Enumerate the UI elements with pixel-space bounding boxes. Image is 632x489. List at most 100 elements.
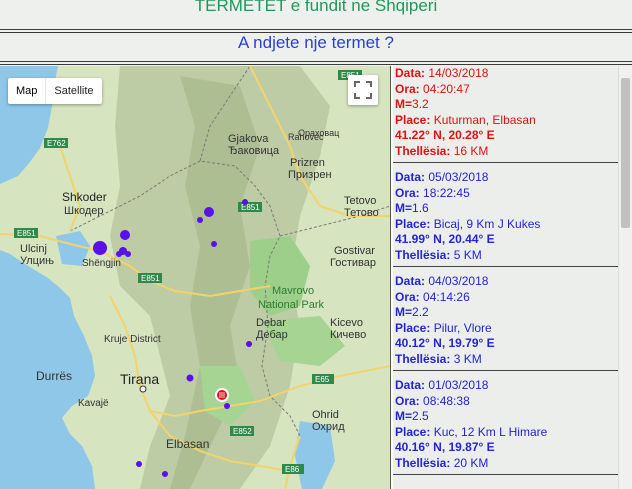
fullscreen-button[interactable] (348, 75, 378, 105)
earthquake-marker[interactable] (204, 207, 214, 217)
place-label: Ohrid (312, 409, 339, 421)
earthquake-marker[interactable] (125, 251, 131, 257)
list-item[interactable]: Data: 14/03/2018 Ora: 04:20:47 M=3.2 Pla… (393, 66, 618, 163)
place-label: Place: (395, 320, 431, 335)
place-label-alt: Кичево (330, 329, 366, 341)
depth-value: 16 KM (453, 143, 489, 158)
earthquake-marker[interactable] (246, 341, 252, 347)
fullscreen-icon (354, 81, 372, 99)
depth-label: Thellësia: (395, 455, 451, 470)
date-label: Data: (395, 66, 426, 80)
depth-value: 3 KM (453, 351, 482, 366)
map-type-satellite-button[interactable]: Satellite (46, 78, 101, 104)
list-item[interactable]: Data: 04/03/2018 Ora: 04:14:26 M=2.2 Pla… (393, 267, 618, 371)
magnitude-value: 2.2 (412, 305, 429, 319)
time-label: Ora: (395, 185, 420, 200)
time-label: Ora: (395, 393, 420, 408)
date-label: Data: (395, 170, 426, 184)
depth-label: Thellësia: (395, 143, 451, 158)
place-label-alt: Гостивар (330, 257, 376, 269)
felt-earthquake-link[interactable]: A ndjete nje termet ? (0, 33, 632, 61)
map-type-control[interactable]: Map Satellite (8, 78, 102, 104)
magnitude-label: M= (395, 305, 413, 319)
earthquake-list[interactable]: Data: 14/03/2018 Ora: 04:20:47 M= 3.2 Pla… (393, 66, 618, 489)
earthquake-marker[interactable] (136, 461, 142, 467)
place-value: Kuc, 12 Km L Himare (433, 424, 548, 439)
place-label: Place: (395, 424, 431, 439)
place-label: Shëngjin (82, 258, 121, 269)
earthquake-marker[interactable] (224, 403, 230, 409)
coordinates: 41.22° N, 20.28° E (395, 128, 495, 142)
place-value: Kuturman, Elbasan (433, 112, 536, 127)
time-value: 04:20:47 (423, 81, 470, 96)
place-label-alt: Шкодер (64, 205, 104, 217)
earthquake-marker[interactable] (242, 199, 248, 205)
road-label: E852 (233, 427, 252, 436)
place-label: Durrës (36, 369, 72, 383)
list-item[interactable]: Data: 05/03/2018 Ora: 18:22:45 M=1.6 Pla… (393, 163, 618, 267)
list-scrollbar[interactable] (618, 66, 632, 489)
list-item[interactable]: Data: 01/03/2018 Ora: 08:48:38 M=2.5 Pla… (393, 371, 618, 475)
capital-dot (139, 385, 147, 393)
magnitude-value: 3.2 (412, 97, 429, 111)
place-label-alt: Дебар (256, 329, 288, 341)
earthquake-marker[interactable] (93, 241, 107, 255)
place-label: Place: (395, 216, 431, 231)
divider (0, 64, 632, 65)
place-label: Prizren (290, 157, 325, 169)
road-label: E86 (285, 465, 300, 474)
depth-value: 20 KM (453, 455, 489, 470)
map-type-map-button[interactable]: Map (8, 78, 45, 104)
place-label: Kicevo (330, 317, 363, 329)
map-canvas[interactable]: E851 E762 E851 E851 E851 E65 E852 E86 Gj… (0, 66, 390, 489)
date-value: 14/03/2018 (428, 66, 489, 80)
date-label: Data: (395, 274, 426, 288)
road-label: E851 (141, 274, 160, 283)
earthquake-marker[interactable] (211, 241, 217, 247)
place-label-alt: Улцињ (20, 255, 54, 267)
page-title: TERMETET e fundit ne Shqiperi (194, 0, 438, 15)
place-label-alt: Ђаковица (228, 145, 280, 157)
earthquake-marker[interactable] (197, 217, 203, 223)
place-label: Gjakova (228, 133, 269, 145)
earthquake-marker[interactable] (186, 374, 194, 382)
place-label: Debar (256, 317, 286, 329)
earthquake-marker[interactable] (162, 471, 168, 477)
earthquake-map[interactable]: E851 E762 E851 E851 E851 E65 E852 E86 Gj… (0, 66, 390, 489)
place-label: Shkoder (62, 190, 107, 204)
magnitude-label: M= (395, 201, 413, 215)
place-label: Ulcinj (20, 243, 47, 255)
magnitude-label: M= (395, 409, 413, 423)
place-label-alt: National Park (258, 299, 325, 311)
selected-earthquake-marker[interactable] (215, 388, 229, 402)
time-value: 08:48:38 (423, 393, 470, 408)
place-label-alt: Ораховац (298, 128, 339, 138)
coordinates: 40.16° N, 19.87° E (395, 440, 495, 454)
place-value: Pilur, Vlore (433, 320, 492, 335)
place-label: Place: (395, 112, 431, 127)
earthquake-marker[interactable] (120, 230, 130, 240)
divider (0, 29, 632, 30)
road-label: E65 (315, 375, 330, 384)
earthquake-marker[interactable] (116, 251, 122, 257)
coordinates: 41.99° N, 20.44° E (395, 232, 495, 246)
date-value: 01/03/2018 (428, 378, 489, 392)
place-label: Elbasan (166, 437, 209, 451)
place-label: Gostivar (334, 245, 375, 257)
place-label: Kavajë (78, 398, 109, 409)
depth-value: 5 KM (453, 247, 482, 262)
place-label-alt: Охрид (312, 421, 345, 433)
date-value: 05/03/2018 (428, 170, 489, 184)
divider (0, 61, 632, 62)
place-label-alt: Призрен (288, 169, 332, 181)
scrollbar-thumb[interactable] (621, 78, 630, 228)
place-label: Kruje District (104, 334, 161, 345)
place-label: Tirana (120, 371, 159, 387)
time-label: Ora: (395, 289, 420, 304)
time-value: 18:22:45 (423, 185, 470, 200)
coordinates: 40.12° N, 19.79° E (395, 336, 495, 350)
place-label: Tetovo (344, 195, 376, 207)
date-label: Data: (395, 378, 426, 392)
magnitude-value: 2.5 (412, 409, 429, 423)
time-value: 04:14:26 (423, 289, 470, 304)
